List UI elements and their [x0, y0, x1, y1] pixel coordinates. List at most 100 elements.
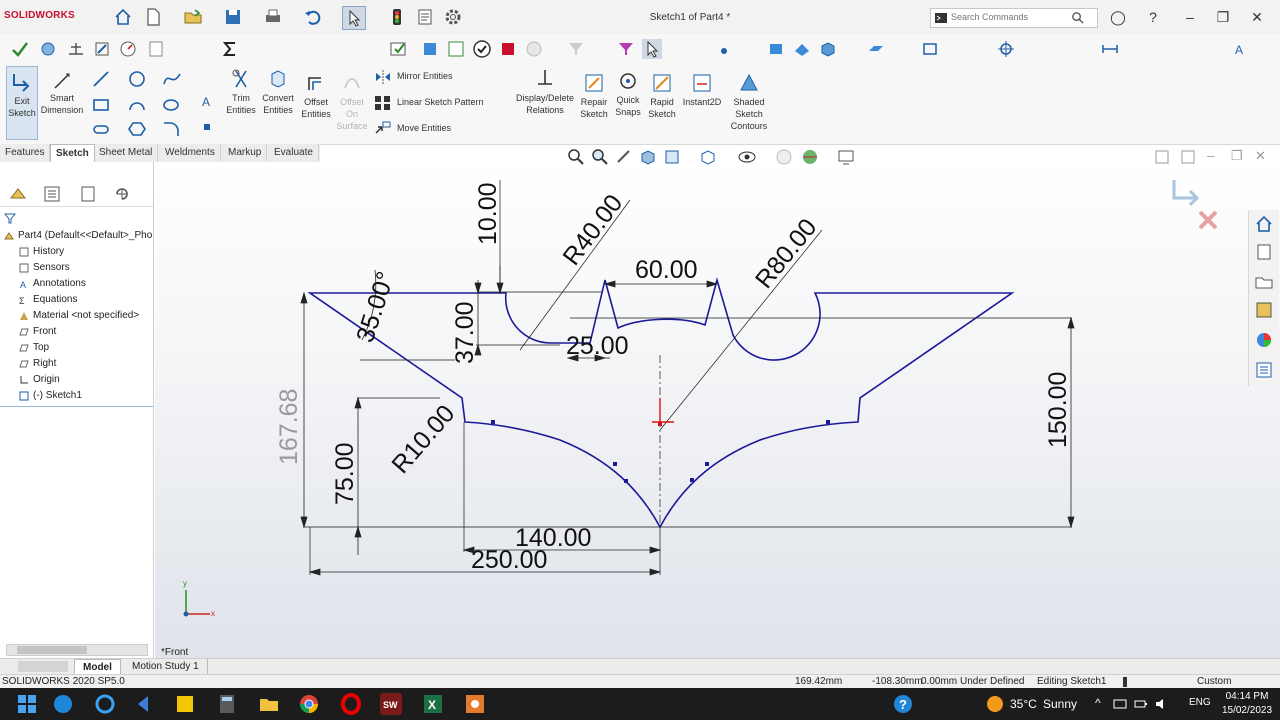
dim-150[interactable]: 150.00 [1044, 372, 1072, 448]
note-filter-icon[interactable]: A [1232, 39, 1252, 59]
orange-app-icon[interactable] [464, 693, 486, 715]
tab-motion-study-1[interactable]: Motion Study 1 [124, 659, 208, 674]
dim-37[interactable]: 37.00 [451, 301, 479, 364]
quick-snaps-button[interactable]: Quick Snaps [612, 68, 644, 136]
tree-item-top-plane[interactable]: Top [19, 342, 49, 353]
solidworks-resources-icon[interactable] [1254, 214, 1274, 234]
battery-icon[interactable] [1134, 698, 1148, 710]
dim-75[interactable]: 75.00 [331, 442, 359, 505]
dim-25[interactable]: 25.00 [566, 332, 629, 360]
tree-item-equations[interactable]: Σ Equations [19, 294, 77, 305]
rebuild-traffic-light-icon[interactable] [386, 6, 408, 28]
dimension-filter-icon[interactable] [1100, 39, 1120, 59]
filter-sketch-icon[interactable] [616, 39, 636, 59]
weather-sun-icon[interactable] [984, 693, 1006, 715]
line-tool-icon[interactable] [92, 70, 110, 88]
feature-manager-icon[interactable] [8, 184, 28, 204]
new-document-icon[interactable] [142, 6, 164, 28]
windows-start-icon[interactable] [16, 693, 38, 715]
select-arrow-icon[interactable] [342, 6, 366, 30]
dim-167[interactable]: 167.68 [275, 389, 303, 465]
options-gear-icon[interactable] [442, 6, 464, 28]
tab-markup[interactable]: Markup [223, 144, 268, 161]
dim-r10[interactable]: R10.00 [386, 400, 460, 479]
tree-item-material[interactable]: Material <not specified> [20, 310, 139, 321]
point-filter-icon[interactable] [714, 39, 734, 59]
measure-icon[interactable] [38, 39, 58, 59]
dim-60[interactable]: 60.00 [635, 256, 698, 284]
home-icon[interactable] [112, 6, 134, 28]
dim-r80[interactable]: R80.00 [750, 213, 822, 293]
point-tool-icon[interactable] [202, 122, 212, 132]
tab-sketch[interactable]: Sketch [50, 144, 95, 162]
mirror-entities-button[interactable]: Mirror Entities [374, 70, 504, 84]
tab-sheet-metal[interactable]: Sheet Metal [94, 144, 159, 161]
face-filter-icon[interactable] [766, 39, 786, 59]
polygon-tool-icon[interactable] [128, 120, 146, 138]
stop-icon[interactable] [498, 39, 518, 59]
help-icon[interactable]: ? [1143, 8, 1163, 26]
arc-tool-icon[interactable] [128, 96, 146, 114]
tree-root-part[interactable]: Part4 (Default<<Default>_Pho [4, 230, 152, 241]
repair-sketch-button[interactable]: Repair Sketch [578, 68, 610, 136]
viewport-minimize-icon[interactable]: – [1207, 148, 1214, 163]
fillet-tool-icon[interactable] [162, 120, 180, 138]
select-cursor-icon[interactable] [642, 39, 662, 59]
volume-icon[interactable] [1155, 698, 1169, 710]
undo-icon[interactable] [302, 6, 324, 28]
rollback-bar[interactable] [0, 406, 153, 407]
tree-item-history[interactable]: History [19, 246, 64, 257]
print-icon[interactable] [262, 6, 284, 28]
close-icon[interactable]: ✕ [1247, 8, 1267, 26]
tree-item-right-plane[interactable]: Right [19, 358, 56, 369]
table-check-icon[interactable] [388, 39, 408, 59]
annotation-filter-icon[interactable] [920, 39, 940, 59]
shaded-sketch-contours-button[interactable]: Shaded Sketch Contours [726, 68, 772, 140]
network-icon[interactable] [1113, 698, 1127, 710]
dim-angle-35[interactable]: 35.00° [351, 268, 400, 346]
file-properties-icon[interactable] [414, 6, 436, 28]
sum-sigma-icon[interactable] [220, 39, 240, 59]
tab-scroll-arrows[interactable] [18, 661, 68, 672]
solidworks-taskbar-icon[interactable]: SW [380, 693, 402, 715]
rebuild-status-icon[interactable] [1120, 676, 1130, 688]
display-delete-relations-button[interactable]: Display/Delete Relations [512, 68, 578, 136]
filter-icon[interactable] [566, 39, 586, 59]
file-explorer-icon[interactable] [1254, 272, 1274, 292]
solid-body-icon[interactable] [818, 39, 838, 59]
sticky-notes-icon[interactable] [174, 693, 196, 715]
ellipse-tool-icon[interactable] [162, 96, 180, 114]
taskbar-date[interactable]: 15/02/2023 [1218, 705, 1276, 716]
sketch-edit-icon[interactable] [92, 39, 112, 59]
open-folder-icon[interactable] [182, 6, 204, 28]
smart-dimension-button[interactable]: Smart Dimension [40, 66, 84, 138]
taskbar-clock[interactable]: 04:14 PM [1225, 691, 1269, 702]
graphics-area[interactable]: – ❐ ✕ 10.00 R40.00 60.00 R80.00 35.00° 3… [155, 148, 1280, 658]
tree-item-sketch1[interactable]: (-) Sketch1 [19, 390, 82, 401]
linear-sketch-pattern-button[interactable]: Linear Sketch Pattern [374, 95, 508, 111]
sketch-balance-icon[interactable] [66, 39, 86, 59]
exit-sketch-button[interactable]: Exit Sketch [6, 66, 38, 140]
status-units[interactable]: Custom [1197, 676, 1231, 687]
restore-icon[interactable]: ❐ [1213, 8, 1233, 26]
check-sheet-icon[interactable] [146, 39, 166, 59]
opera-icon[interactable] [340, 693, 362, 715]
trim-entities-button[interactable]: Trim Entities [224, 68, 258, 136]
design-library-icon[interactable] [1254, 242, 1274, 262]
text-tool-icon[interactable]: A [200, 94, 214, 108]
solidworks-logo[interactable]: SOLIDWORKS [4, 10, 75, 21]
sketch-outer-profile[interactable] [307, 277, 1015, 529]
search-commands-input[interactable] [931, 9, 1071, 25]
dimxpert-manager-icon[interactable] [112, 184, 132, 204]
crosshair-filter-icon[interactable] [996, 39, 1016, 59]
tree-item-annotations[interactable]: A Annotations [20, 278, 86, 289]
gauge-icon[interactable] [118, 39, 138, 59]
edge-filter-icon[interactable] [792, 39, 812, 59]
minimize-icon[interactable]: – [1180, 8, 1200, 26]
panel-scroll-thumb[interactable] [17, 646, 87, 654]
search-icon[interactable] [1071, 11, 1084, 24]
move-entities-button[interactable]: Move Entities [374, 121, 508, 135]
input-language[interactable]: ENG [1189, 697, 1211, 708]
save-icon[interactable] [222, 6, 244, 28]
calculator-icon[interactable] [216, 693, 238, 715]
